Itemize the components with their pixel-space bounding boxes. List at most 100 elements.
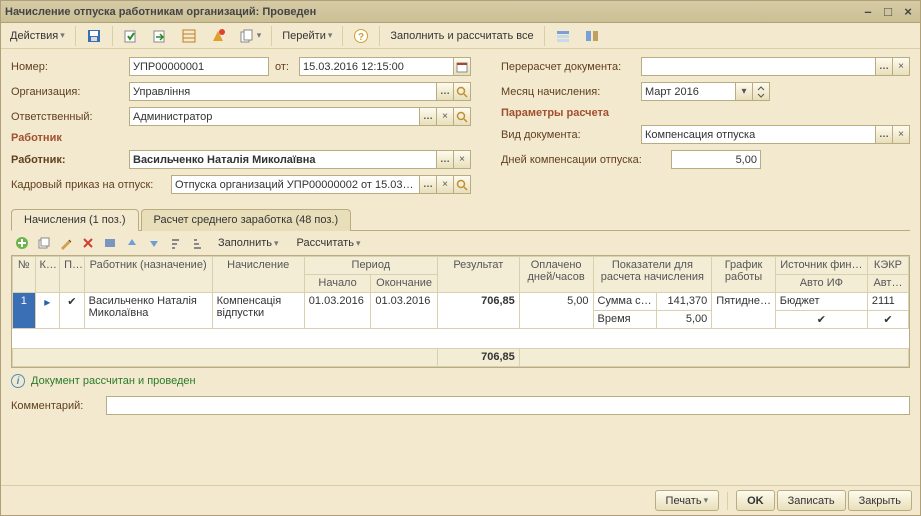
info-text: Документ рассчитан и проведен xyxy=(31,375,196,387)
grid-fill-button[interactable]: Заполнить▾ xyxy=(211,234,286,252)
col-p[interactable]: П… а… xyxy=(60,257,85,293)
col-autoif[interactable]: Авто ИФ xyxy=(775,275,867,293)
col-paid[interactable]: Оплачено дней/часов xyxy=(519,257,593,293)
info-icon: i xyxy=(11,374,25,388)
grid[interactable]: № К… П… а… Работник (назначение) Начисле… xyxy=(11,255,910,368)
grid-calc-button[interactable]: Рассчитать▾ xyxy=(290,234,368,252)
resp-open-button[interactable] xyxy=(454,107,471,126)
recalc-field[interactable] xyxy=(641,57,876,76)
goto-menu[interactable]: Перейти▾ xyxy=(277,26,337,46)
cell-worker: Васильченко Наталія Миколаївна xyxy=(84,293,212,329)
emp-clear-button[interactable]: × xyxy=(454,150,471,169)
close-button[interactable]: × xyxy=(900,5,916,19)
print-button[interactable]: Печать▾ xyxy=(655,490,720,511)
help-icon[interactable]: ? xyxy=(348,26,374,46)
days-label: Дней компенсации отпуска: xyxy=(501,154,661,166)
month-spinner-button[interactable] xyxy=(753,82,770,101)
col-accrual[interactable]: Начисление xyxy=(212,257,304,293)
doctype-label: Вид документа: xyxy=(501,129,631,141)
total-result: 706,85 xyxy=(437,349,519,367)
recalc-clear-button[interactable]: × xyxy=(893,57,910,76)
recalc-select-button[interactable]: … xyxy=(876,57,893,76)
info-line: i Документ рассчитан и проведен xyxy=(11,374,910,388)
movements-icon[interactable]: ▾ xyxy=(234,26,267,46)
actions-menu[interactable]: Действия▾ xyxy=(5,26,70,46)
recalc-label: Перерасчет документа: xyxy=(501,61,631,73)
order-open-button[interactable] xyxy=(454,175,471,194)
maximize-button[interactable]: □ xyxy=(880,5,896,19)
col-k[interactable]: К… xyxy=(35,257,60,293)
cell-k: ▸ xyxy=(35,293,60,329)
ok-button[interactable]: OK xyxy=(736,490,775,511)
doctype-clear-button[interactable]: × xyxy=(893,125,910,144)
tabs: Начисления (1 поз.) Расчет среднего зара… xyxy=(11,208,910,231)
employee-section-header: Работник xyxy=(11,132,471,144)
doctype-field[interactable]: Компенсация отпуска xyxy=(641,125,876,144)
resp-label: Ответственный: xyxy=(11,111,123,123)
add-row-icon[interactable] xyxy=(13,234,31,252)
col-fin[interactable]: Источник фин… xyxy=(775,257,867,275)
main-toolbar: Действия▾ ▾ Перейти▾ ? xyxy=(1,23,920,49)
tab-average[interactable]: Расчет среднего заработка (48 поз.) xyxy=(141,209,352,231)
org-field[interactable]: Управління xyxy=(129,82,437,101)
cell-avt: ✔ xyxy=(867,311,908,329)
resp-clear-button[interactable]: × xyxy=(437,107,454,126)
date-picker-button[interactable] xyxy=(454,57,471,76)
main-window: Начисление отпуска работникам организаци… xyxy=(0,0,921,516)
edit-row-icon[interactable] xyxy=(57,234,75,252)
sort-asc-icon[interactable] xyxy=(167,234,185,252)
save-button[interactable]: Записать xyxy=(777,490,846,511)
order-field[interactable]: Отпуска организаций УПР00000002 от 15.03… xyxy=(171,175,420,194)
mode-icon-1[interactable] xyxy=(550,26,576,46)
close-footer-button[interactable]: Закрыть xyxy=(848,490,912,511)
month-dropdown-button[interactable]: ▾ xyxy=(736,82,753,101)
content-area: Номер: УПР00000001 от: 15.03.2016 12:15:… xyxy=(1,49,920,485)
month-field[interactable]: Март 2016 xyxy=(641,82,736,101)
sort-desc-icon[interactable] xyxy=(189,234,207,252)
order-clear-button[interactable]: × xyxy=(437,175,454,194)
minimize-button[interactable]: – xyxy=(860,5,876,19)
order-select-button[interactable]: … xyxy=(420,175,437,194)
cell-start: 01.03.2016 xyxy=(304,293,371,329)
org-select-button[interactable]: … xyxy=(437,82,454,101)
doctype-select-button[interactable]: … xyxy=(876,125,893,144)
fill-all-button[interactable]: Заполнить и рассчитать все xyxy=(385,26,538,46)
col-schedule[interactable]: График работы xyxy=(712,257,775,293)
emp-select-button[interactable]: … xyxy=(437,150,454,169)
copy-row-icon[interactable] xyxy=(35,234,53,252)
days-field[interactable]: 5,00 xyxy=(671,150,761,169)
cell-kekr: 2111 xyxy=(867,293,908,311)
emp-field[interactable]: Васильченко Наталія Миколаївна xyxy=(129,150,437,169)
col-worker[interactable]: Работник (назначение) xyxy=(84,257,212,293)
clear-icon[interactable] xyxy=(205,26,231,46)
delete-row-icon[interactable] xyxy=(79,234,97,252)
post-icon[interactable] xyxy=(118,26,144,46)
col-result[interactable]: Результат xyxy=(437,257,519,293)
date-field[interactable]: 15.03.2016 12:15:00 xyxy=(299,57,454,76)
col-kekr[interactable]: КЭКР xyxy=(867,257,908,275)
cell-ind-val2: 5,00 xyxy=(656,311,711,329)
col-no[interactable]: № xyxy=(13,257,36,293)
number-field[interactable]: УПР00000001 xyxy=(129,57,269,76)
col-start[interactable]: Начало xyxy=(304,275,371,293)
cell-ind-name1: Сумма с… xyxy=(593,293,656,311)
col-avt[interactable]: Авт… xyxy=(867,275,908,293)
comment-field[interactable] xyxy=(106,396,910,415)
settings-icon[interactable] xyxy=(101,234,119,252)
repost-icon[interactable] xyxy=(147,26,173,46)
col-indicators[interactable]: Показатели для расчета начисления xyxy=(593,257,712,293)
col-end[interactable]: Окончание xyxy=(371,275,438,293)
comment-label: Комментарий: xyxy=(11,400,96,412)
move-up-icon[interactable] xyxy=(123,234,141,252)
tab-accruals[interactable]: Начисления (1 поз.) xyxy=(11,209,139,231)
mode-icon-2[interactable] xyxy=(579,26,605,46)
structure-icon[interactable] xyxy=(176,26,202,46)
org-open-button[interactable] xyxy=(454,82,471,101)
table-row[interactable]: 1 ▸ ✔ Васильченко Наталія Миколаївна Ком… xyxy=(13,293,909,311)
resp-field[interactable]: Администратор xyxy=(129,107,420,126)
number-label: Номер: xyxy=(11,61,123,73)
resp-select-button[interactable]: … xyxy=(420,107,437,126)
save-icon[interactable] xyxy=(81,26,107,46)
col-period[interactable]: Период xyxy=(304,257,437,275)
move-down-icon[interactable] xyxy=(145,234,163,252)
